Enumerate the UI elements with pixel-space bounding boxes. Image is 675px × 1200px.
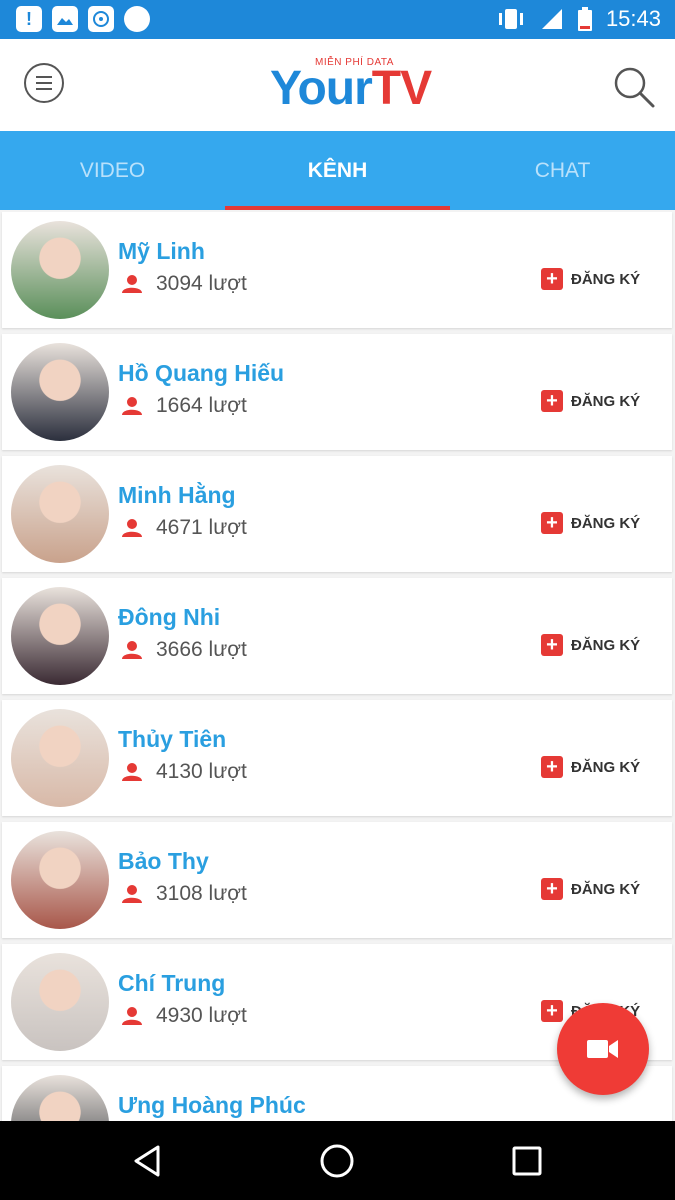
notification-icons: !	[16, 6, 150, 32]
channel-name[interactable]: Thủy Tiên	[118, 726, 226, 753]
plus-icon: +	[541, 268, 563, 290]
tab-chat-label: CHAT	[534, 158, 591, 182]
tab-chat[interactable]: CHAT	[450, 131, 675, 210]
subscribe-button[interactable]: + ĐĂNG KÝ	[541, 268, 640, 290]
person-icon	[122, 885, 142, 903]
logo-tv: TV	[371, 62, 432, 115]
channel-name[interactable]: Chí Trung	[118, 970, 225, 997]
channel-views: 3108 lượt	[122, 882, 247, 906]
person-icon	[122, 275, 142, 293]
channel-card[interactable]: Thủy Tiên 4130 lượt + ĐĂNG KÝ	[2, 700, 672, 816]
person-icon	[122, 641, 142, 659]
subscribe-label: ĐĂNG KÝ	[571, 392, 641, 410]
channel-views-count: 3108 lượt	[156, 882, 247, 905]
subscribe-label: ĐĂNG KÝ	[571, 270, 641, 288]
channel-name[interactable]: Ưng Hoàng Phúc	[118, 1092, 306, 1119]
logo-wordmark: YourTV	[270, 61, 432, 116]
navigation-bar	[0, 1121, 675, 1200]
channel-name[interactable]: Mỹ Linh	[118, 238, 205, 265]
plus-icon: +	[541, 634, 563, 656]
vibrate-icon	[498, 9, 523, 29]
subscribe-label: ĐĂNG KÝ	[571, 880, 641, 898]
channel-views: 4930 lượt	[122, 1004, 247, 1028]
battery-icon	[577, 7, 592, 31]
person-icon	[122, 763, 142, 781]
record-video-button[interactable]	[557, 1003, 649, 1095]
channel-avatar[interactable]	[11, 343, 109, 441]
subscribe-button[interactable]: + ĐĂNG KÝ	[541, 634, 640, 656]
channel-views-count: 4130 lượt	[156, 760, 247, 783]
tab-kenh[interactable]: KÊNH	[225, 131, 450, 210]
menu-icon[interactable]	[24, 63, 64, 103]
channel-list: Mỹ Linh 3094 lượt + ĐĂNG KÝ Hồ Quang Hiếu 166…	[0, 212, 675, 1122]
recents-icon[interactable]	[507, 1141, 547, 1181]
channel-views: 3666 lượt	[122, 638, 247, 662]
subscribe-button[interactable]: + ĐĂNG KÝ	[541, 390, 640, 412]
channel-card[interactable]: Minh Hằng 4671 lượt + ĐĂNG KÝ	[2, 456, 672, 572]
tab-kenh-label: KÊNH	[307, 158, 368, 182]
logo-your: Your	[270, 62, 373, 115]
channel-card[interactable]: Hồ Quang Hiếu 1664 lượt + ĐĂNG KÝ	[2, 334, 672, 450]
person-icon	[122, 397, 142, 415]
plus-icon: +	[541, 1000, 563, 1022]
alert-icon: !	[16, 6, 42, 32]
channel-views: 4130 lượt	[122, 760, 247, 784]
subscribe-label: ĐĂNG KÝ	[571, 758, 641, 776]
circle-icon	[124, 6, 150, 32]
channel-card[interactable]: Bảo Thy 3108 lượt + ĐĂNG KÝ	[2, 822, 672, 938]
status-bar: ! 15:43	[0, 0, 675, 39]
channel-views-count: 4930 lượt	[156, 1004, 247, 1027]
video-camera-icon	[587, 1040, 618, 1058]
search-icon[interactable]	[612, 65, 656, 109]
app-logo: MIỄN PHÍ DATA YourTV	[270, 57, 445, 115]
home-icon[interactable]	[317, 1141, 357, 1181]
channel-card[interactable]: Mỹ Linh 3094 lượt + ĐĂNG KÝ	[2, 212, 672, 328]
subscribe-label: ĐĂNG KÝ	[571, 514, 641, 532]
image-icon	[52, 6, 78, 32]
channel-name[interactable]: Hồ Quang Hiếu	[118, 360, 284, 387]
channel-views-count: 1664 lượt	[156, 394, 247, 417]
channel-avatar[interactable]	[11, 709, 109, 807]
signal-icon	[541, 9, 562, 29]
channel-avatar[interactable]	[11, 221, 109, 319]
person-icon	[122, 1007, 142, 1025]
back-icon[interactable]	[128, 1141, 168, 1181]
channel-views-count: 3666 lượt	[156, 638, 247, 661]
subscribe-button[interactable]: + ĐĂNG KÝ	[541, 756, 640, 778]
system-indicators: 15:43	[496, 6, 661, 32]
channel-avatar[interactable]	[11, 1075, 109, 1122]
tab-video-label: VIDEO	[79, 158, 146, 182]
channel-views: 3094 lượt	[122, 272, 247, 296]
channel-views: 1664 lượt	[122, 394, 247, 418]
clock: 15:43	[605, 6, 661, 31]
channel-avatar[interactable]	[11, 831, 109, 929]
channel-views-count: 4671 lượt	[156, 516, 247, 539]
tab-bar: VIDEO KÊNH CHAT	[0, 131, 675, 210]
subscribe-label: ĐĂNG KÝ	[571, 636, 641, 654]
tab-video[interactable]: VIDEO	[0, 131, 225, 210]
plus-icon: +	[541, 390, 563, 412]
channel-name[interactable]: Bảo Thy	[118, 848, 209, 875]
plus-icon: +	[541, 878, 563, 900]
channel-name[interactable]: Đông Nhi	[118, 604, 220, 631]
plus-icon: +	[541, 756, 563, 778]
app-bar: MIỄN PHÍ DATA YourTV	[0, 39, 675, 131]
app-icon	[88, 6, 114, 32]
subscribe-button[interactable]: + ĐĂNG KÝ	[541, 878, 640, 900]
person-icon	[122, 519, 142, 537]
channel-name[interactable]: Minh Hằng	[118, 482, 236, 509]
channel-views-count: 3094 lượt	[156, 272, 247, 295]
channel-card[interactable]: Đông Nhi 3666 lượt + ĐĂNG KÝ	[2, 578, 672, 694]
channel-views: 4671 lượt	[122, 516, 247, 540]
subscribe-button[interactable]: + ĐĂNG KÝ	[541, 512, 640, 534]
channel-avatar[interactable]	[11, 953, 109, 1051]
channel-avatar[interactable]	[11, 587, 109, 685]
plus-icon: +	[541, 512, 563, 534]
channel-avatar[interactable]	[11, 465, 109, 563]
